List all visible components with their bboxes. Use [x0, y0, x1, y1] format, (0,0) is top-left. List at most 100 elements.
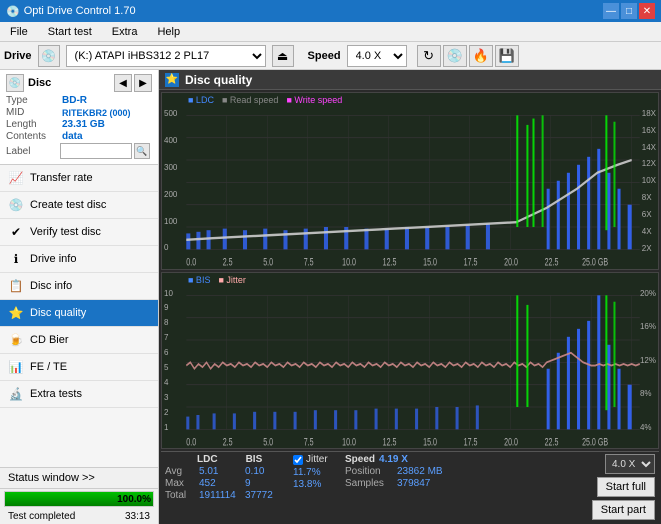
samples-label: Samples: [345, 478, 393, 489]
avg-label: Avg: [165, 466, 195, 477]
minimize-button[interactable]: —: [603, 3, 619, 19]
total-ldc: 1911114: [199, 490, 241, 501]
disc-label-label: Label: [6, 146, 58, 157]
svg-text:15.0: 15.0: [423, 256, 437, 268]
jitter-header: Jitter: [306, 454, 328, 465]
save-button[interactable]: 💾: [495, 45, 519, 67]
svg-text:25.0 GB: 25.0 GB: [582, 256, 608, 268]
svg-text:15.0: 15.0: [423, 435, 437, 447]
sidebar-item-create-test-disc[interactable]: 💿 Create test disc: [0, 192, 158, 219]
avg-jitter: 11.7%: [293, 467, 329, 478]
progress-bar-container: 100.0%: [4, 491, 154, 507]
sidebar-item-drive-info[interactable]: ℹ Drive info: [0, 246, 158, 273]
ldc-chart-svg: 0.0 2.5 5.0 7.5 10.0 12.5 15.0 17.5 20.0…: [162, 93, 658, 269]
menu-extra[interactable]: Extra: [106, 24, 144, 40]
cd-bier-label: CD Bier: [30, 334, 69, 346]
svg-text:20.0: 20.0: [504, 435, 518, 447]
start-full-button[interactable]: Start full: [597, 477, 655, 497]
svg-text:10.0: 10.0: [342, 435, 356, 447]
max-jitter: 13.8%: [293, 479, 329, 490]
avg-ldc: 5.01: [199, 466, 241, 477]
disc-label-button[interactable]: 🔍: [134, 143, 150, 159]
svg-text:12.5: 12.5: [383, 435, 397, 447]
disc-info-label: Disc info: [30, 280, 72, 292]
main-layout: 💿 Disc ◀ ▶ Type BD-R MID RITEKBR2 (000) …: [0, 70, 661, 524]
max-bis: 9: [245, 478, 277, 489]
sidebar-item-extra-tests[interactable]: 🔬 Extra tests: [0, 381, 158, 408]
samples-value: 379847: [397, 478, 430, 489]
menu-start-test[interactable]: Start test: [42, 24, 98, 40]
maximize-button[interactable]: □: [621, 3, 637, 19]
menu-help[interactable]: Help: [151, 24, 186, 40]
sidebar-item-transfer-rate[interactable]: 📈 Transfer rate: [0, 165, 158, 192]
type-label: Type: [6, 95, 58, 106]
disc-panel: 💿 Disc ◀ ▶ Type BD-R MID RITEKBR2 (000) …: [0, 70, 158, 165]
read-speed-legend: ■ Read speed: [222, 95, 278, 105]
toolbar-buttons: ↻ 💿 🔥 💾: [417, 45, 519, 67]
sidebar-item-verify-test-disc[interactable]: ✔ Verify test disc: [0, 219, 158, 246]
drive-icon-button[interactable]: 💿: [38, 45, 60, 67]
create-test-disc-label: Create test disc: [30, 199, 106, 211]
drive-bar: Drive 💿 (K:) ATAPI iHBS312 2 PL17 ⏏ Spee…: [0, 42, 661, 70]
write-speed-legend: ■ Write speed: [286, 95, 342, 105]
transfer-rate-label: Transfer rate: [30, 172, 93, 184]
disc-info-icon[interactable]: 💿: [6, 74, 24, 92]
speed-select[interactable]: 4.0 X: [347, 45, 407, 67]
sidebar-item-cd-bier[interactable]: 🍺 CD Bier: [0, 327, 158, 354]
svg-text:20.0: 20.0: [504, 256, 518, 268]
dq-icon: ⭐: [165, 73, 179, 87]
bis-col-header: BIS: [246, 454, 263, 465]
disc-info-nav-icon: 📋: [8, 278, 24, 294]
app-title: Opti Drive Control 1.70: [24, 5, 136, 17]
window-controls: — □ ✕: [603, 3, 655, 19]
status-window-button[interactable]: Status window >>: [0, 468, 158, 489]
bis-chart: ■ BIS ■ Jitter 10987654321 20%16%12%8%4%: [161, 272, 659, 450]
close-button[interactable]: ✕: [639, 3, 655, 19]
ldc-col-header: LDC: [197, 454, 218, 465]
svg-text:17.5: 17.5: [464, 435, 478, 447]
fe-te-icon: 📊: [8, 359, 24, 375]
svg-text:17.5: 17.5: [464, 256, 478, 268]
sidebar-item-disc-info[interactable]: 📋 Disc info: [0, 273, 158, 300]
extra-tests-icon: 🔬: [8, 386, 24, 402]
time-text: 33:13: [121, 510, 154, 523]
svg-text:7.5: 7.5: [304, 256, 314, 268]
progress-bar: 100.0%: [5, 492, 153, 506]
disc-arrow-icon[interactable]: ◀: [114, 74, 132, 92]
sidebar-footer: Status window >> 100.0% Test completed 3…: [0, 467, 158, 524]
progress-text: 100.0%: [117, 494, 153, 505]
svg-text:22.5: 22.5: [545, 435, 559, 447]
sidebar-item-disc-quality[interactable]: ⭐ Disc quality: [0, 300, 158, 327]
eject-button[interactable]: ⏏: [272, 45, 294, 67]
charts-area: ■ LDC ■ Read speed ■ Write speed 5004003…: [159, 90, 661, 524]
total-bis: 37772: [245, 490, 277, 501]
svg-text:5.0: 5.0: [263, 435, 273, 447]
disc-quality-header: ⭐ Disc quality: [159, 70, 661, 90]
burn-button[interactable]: 🔥: [469, 45, 493, 67]
verify-test-disc-icon: ✔: [8, 224, 24, 240]
disc-button[interactable]: 💿: [443, 45, 467, 67]
position-value: 23862 MB: [397, 466, 443, 477]
disc-title: Disc: [28, 77, 51, 89]
svg-text:7.5: 7.5: [304, 435, 314, 447]
ldc-chart: ■ LDC ■ Read speed ■ Write speed 5004003…: [161, 92, 659, 270]
speed-dropdown[interactable]: 4.0 X: [605, 454, 655, 474]
refresh-button[interactable]: ↻: [417, 45, 441, 67]
cd-bier-icon: 🍺: [8, 332, 24, 348]
create-test-disc-icon: 💿: [8, 197, 24, 213]
transfer-rate-icon: 📈: [8, 170, 24, 186]
disc-arrow-right-icon[interactable]: ▶: [134, 74, 152, 92]
type-value: BD-R: [62, 95, 87, 106]
fe-te-label: FE / TE: [30, 361, 67, 373]
jitter-checkbox[interactable]: [293, 455, 303, 465]
sidebar-item-fe-te[interactable]: 📊 FE / TE: [0, 354, 158, 381]
drive-select[interactable]: (K:) ATAPI iHBS312 2 PL17: [66, 45, 266, 67]
disc-label-input[interactable]: [60, 143, 132, 159]
svg-text:25.0 GB: 25.0 GB: [582, 435, 608, 447]
length-label: Length: [6, 119, 58, 130]
start-part-button[interactable]: Start part: [592, 500, 655, 520]
contents-label: Contents: [6, 131, 58, 142]
svg-text:10.0: 10.0: [342, 256, 356, 268]
menu-file[interactable]: File: [4, 24, 34, 40]
avg-speed: 4.19 X: [379, 454, 408, 465]
